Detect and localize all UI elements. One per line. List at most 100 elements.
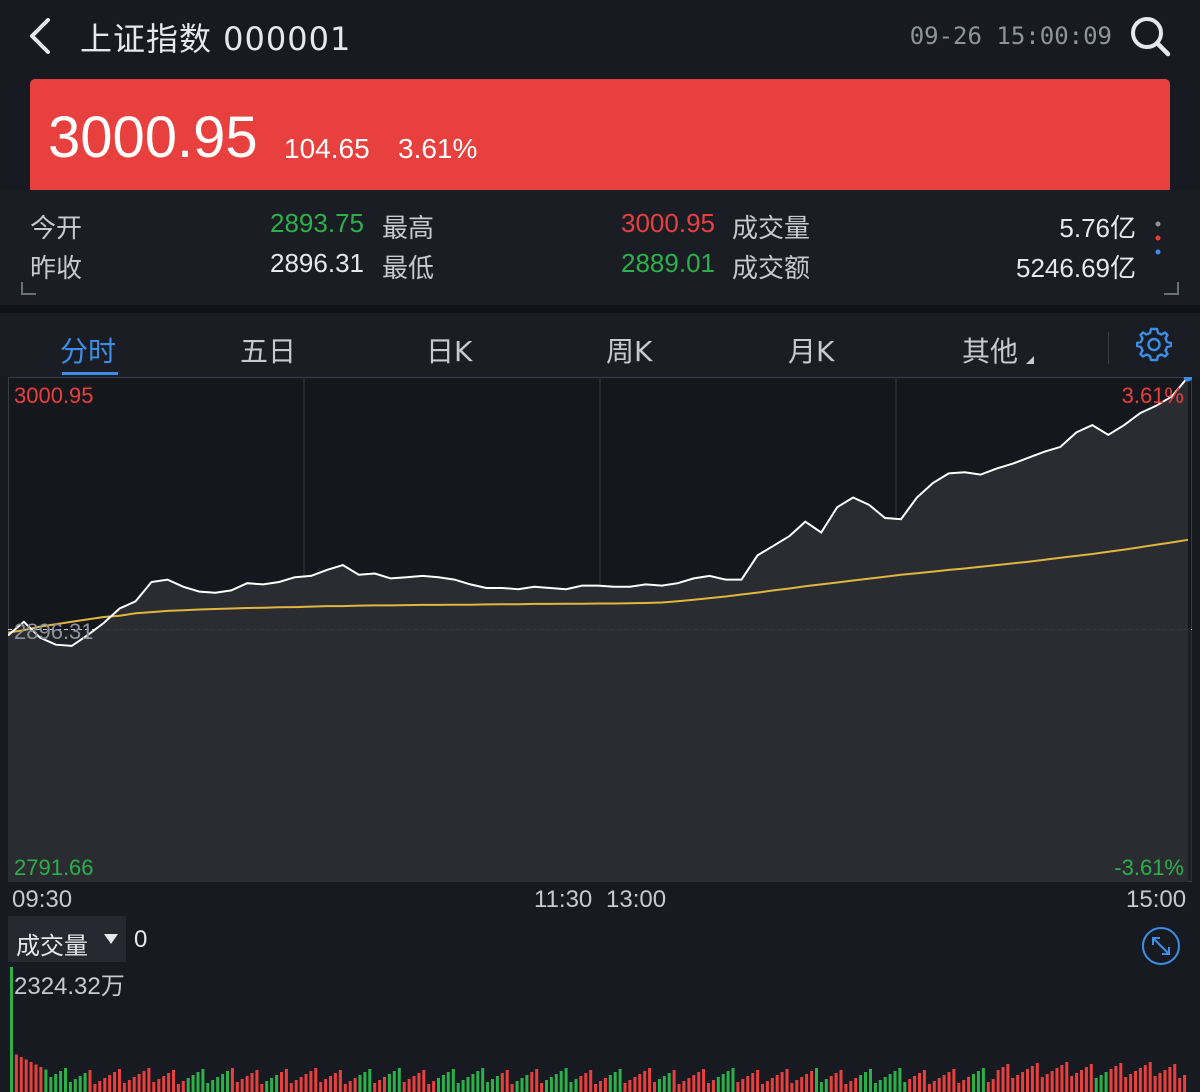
volume-bar: [711, 1080, 715, 1092]
active-tab-indicator: [62, 372, 118, 375]
volume-bar: [373, 1083, 377, 1092]
volume-bar: [34, 1064, 38, 1092]
volume-bar: [98, 1081, 102, 1092]
search-icon[interactable]: [1128, 14, 1172, 58]
tab-other[interactable]: 其他: [962, 330, 1018, 370]
volume-bar: [549, 1077, 553, 1092]
volume-bar: [1114, 1066, 1118, 1092]
volume-bar: [937, 1078, 941, 1092]
volume-bar: [1148, 1062, 1152, 1092]
volume-bar: [692, 1075, 696, 1092]
volume-bar: [142, 1071, 146, 1092]
intraday-chart[interactable]: 3000.95 2896.31 2791.66 3.61% -3.61%: [8, 377, 1192, 882]
volume-bar: [1094, 1078, 1098, 1092]
volume-bar: [942, 1075, 946, 1092]
volume-bar: [299, 1077, 303, 1092]
volume-bar: [869, 1069, 872, 1092]
volume-bar: [775, 1075, 779, 1092]
volume-bar: [54, 1074, 58, 1092]
volume-bar: [1001, 1067, 1005, 1092]
volume-bar: [83, 1073, 87, 1092]
volume-bar: [191, 1075, 195, 1092]
volume-bar: [113, 1072, 117, 1092]
volume-bar: [1138, 1068, 1142, 1092]
volume-bar: [108, 1075, 112, 1092]
volume-bar: [947, 1072, 951, 1092]
volume-bar: [1119, 1063, 1123, 1092]
volume-bar: [152, 1082, 156, 1092]
volume-bar: [1045, 1074, 1049, 1092]
volume-bar: [230, 1068, 234, 1092]
volume-bar: [324, 1079, 328, 1092]
volume-bar: [167, 1073, 171, 1092]
volume-bar: [329, 1076, 332, 1092]
chevron-down-icon: [104, 934, 118, 944]
quote-time: 09-26 15:00:09: [909, 22, 1112, 50]
volume-bar: [677, 1084, 681, 1092]
volume-bar: [702, 1069, 706, 1092]
gear-icon[interactable]: [1136, 326, 1172, 362]
tab-weekly-k[interactable]: 周K: [606, 330, 652, 370]
tab-monthly-k[interactable]: 月K: [788, 330, 834, 370]
tab-five-day[interactable]: 五日: [240, 330, 296, 370]
volume-bar: [883, 1077, 887, 1092]
volume-bar: [1173, 1064, 1177, 1092]
volume-bar: [491, 1079, 494, 1092]
back-arrow-icon[interactable]: [22, 14, 58, 58]
volume-chart: [10, 967, 1187, 1092]
volume-bar: [353, 1078, 357, 1092]
volume-bar: [437, 1078, 440, 1092]
volume-bar: [338, 1070, 342, 1092]
volume-bar: [540, 1083, 544, 1092]
volume-bar: [1163, 1070, 1167, 1092]
volume-bar: [14, 1054, 18, 1092]
open-label: 今开: [30, 214, 83, 244]
tab-intraday[interactable]: 分时: [60, 330, 116, 370]
volume-bar: [176, 1084, 180, 1092]
volume-bar: [1109, 1069, 1113, 1092]
volume-bar: [584, 1073, 588, 1092]
volume-bar: [456, 1083, 460, 1092]
volume-bar: [765, 1081, 769, 1092]
volume-bar: [918, 1073, 921, 1092]
volume-bar: [603, 1078, 607, 1092]
volume-bar: [211, 1080, 215, 1092]
expand-icon[interactable]: [1141, 926, 1181, 966]
volume-bar: [235, 1082, 239, 1092]
volume-bar: [554, 1074, 558, 1092]
volume-bar: [1006, 1064, 1010, 1092]
volume-bar: [226, 1071, 229, 1092]
volume-max-label: 2324.32万: [14, 973, 125, 1000]
volume-bar: [1129, 1074, 1133, 1092]
volume-bar: [486, 1082, 490, 1092]
volume-bar: [118, 1069, 121, 1092]
volume-bar: [147, 1068, 151, 1092]
volume-bar: [908, 1079, 912, 1092]
volume-bar: [662, 1076, 666, 1092]
volume-bar: [657, 1079, 661, 1092]
volume-bar: [1168, 1067, 1172, 1092]
volume-bar: [761, 1084, 764, 1092]
volume-bar: [275, 1075, 279, 1092]
volume-bar: [1065, 1062, 1069, 1092]
volume-bar: [1178, 1078, 1182, 1092]
volume-bar: [181, 1081, 185, 1092]
volume-bar: [255, 1070, 259, 1092]
volume-bar: [1124, 1077, 1128, 1092]
volume-bar: [392, 1071, 396, 1092]
tab-daily-k[interactable]: 日K: [426, 330, 472, 370]
volume-bar: [805, 1074, 809, 1092]
more-dots-icon[interactable]: [1150, 216, 1166, 262]
volume-bar: [319, 1082, 323, 1092]
volume-bar: [402, 1082, 406, 1092]
volume-bar: [648, 1068, 652, 1092]
volume-bar: [687, 1078, 691, 1092]
x-tick-afternoon-open: 13:00: [606, 886, 667, 913]
volume-bar: [510, 1084, 514, 1092]
volume-bar: [800, 1077, 804, 1092]
volume-bar: [859, 1075, 863, 1092]
volume-bar: [88, 1070, 92, 1092]
volume-bar: [280, 1072, 283, 1092]
volume-bar: [893, 1071, 897, 1092]
volume-bar: [461, 1080, 465, 1092]
